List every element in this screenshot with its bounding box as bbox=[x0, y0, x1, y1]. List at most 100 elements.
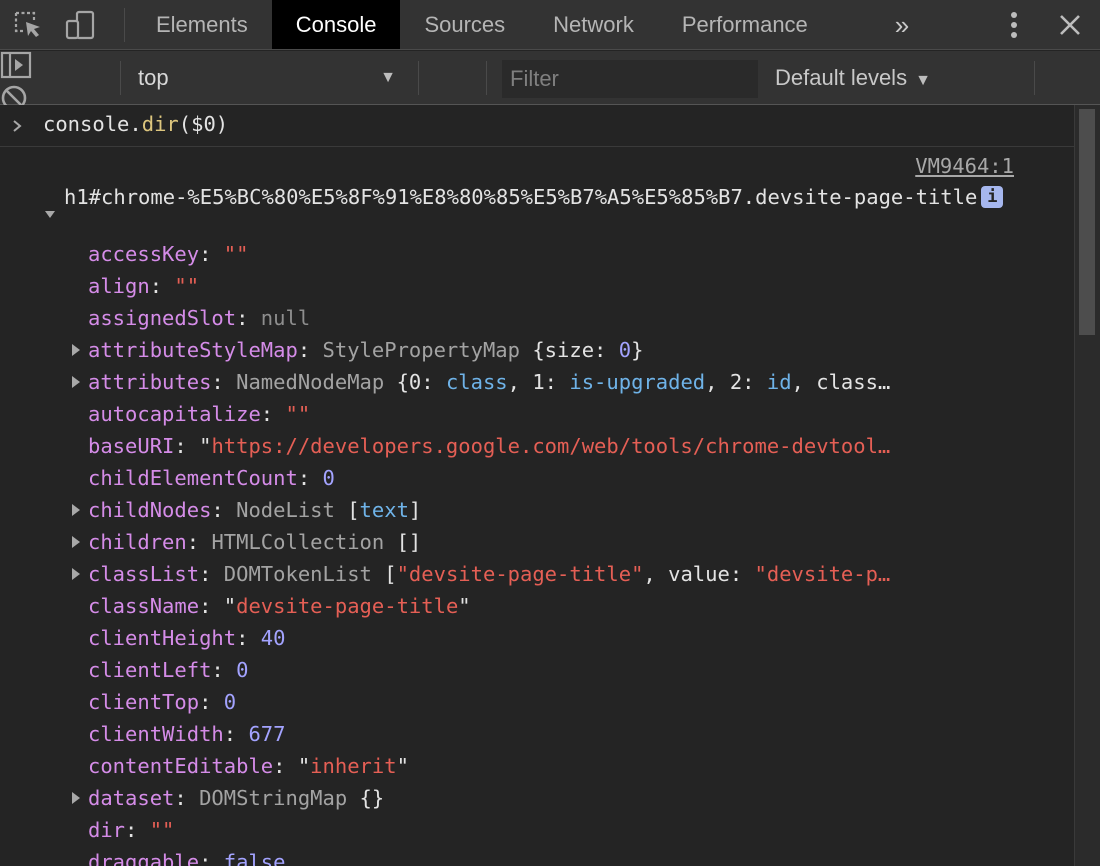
property-key: classList bbox=[88, 562, 200, 586]
property-row: clientLeft: 0 bbox=[0, 654, 1074, 686]
property-value: DOMStringMap bbox=[199, 786, 360, 810]
more-tabs-icon[interactable]: » bbox=[884, 8, 920, 42]
collapse-triangle-icon[interactable] bbox=[43, 202, 57, 218]
property-value: "devsite-page-title" bbox=[396, 562, 644, 586]
tabbar-divider bbox=[124, 8, 125, 42]
expand-triangle-icon[interactable] bbox=[70, 366, 84, 398]
property-content: childElementCount: 0 bbox=[88, 462, 1028, 494]
context-value: top bbox=[138, 65, 169, 90]
expand-triangle-icon[interactable] bbox=[70, 494, 84, 526]
tab-network[interactable]: Network bbox=[529, 0, 658, 49]
property-value: , value: bbox=[643, 562, 755, 586]
property-value: , 1: bbox=[507, 370, 570, 394]
property-value: [ bbox=[347, 498, 360, 522]
expand-triangle-icon[interactable] bbox=[70, 558, 84, 590]
tab-elements[interactable]: Elements bbox=[132, 0, 272, 49]
property-value: "" bbox=[285, 402, 311, 426]
console-toolbar: top ▼ Default levels ▼ bbox=[0, 51, 1100, 173]
property-value: https://developers.google.com/web/tools/… bbox=[211, 434, 891, 458]
property-value: 0 bbox=[618, 338, 632, 362]
property-colon: : bbox=[149, 274, 175, 298]
property-row[interactable]: classList: DOMTokenList ["devsite-page-t… bbox=[0, 558, 1074, 590]
expand-triangle-icon[interactable] bbox=[70, 782, 84, 814]
filter-input[interactable] bbox=[502, 60, 758, 98]
property-value: " bbox=[223, 594, 237, 618]
property-key: attributeStyleMap bbox=[88, 338, 298, 362]
property-key: assignedSlot bbox=[88, 306, 237, 330]
default-levels-dropdown[interactable]: Default levels ▼ bbox=[775, 60, 931, 96]
property-value: "devsite-p… bbox=[754, 562, 891, 586]
expand-triangle-icon[interactable] bbox=[70, 334, 84, 366]
property-row[interactable]: dataset: DOMStringMap {} bbox=[0, 782, 1074, 814]
property-row: accessKey: "" bbox=[0, 238, 1074, 270]
info-icon[interactable]: i bbox=[981, 186, 1004, 208]
property-row: assignedSlot: null bbox=[0, 302, 1074, 334]
property-value: , 2: bbox=[705, 370, 767, 394]
property-key: align bbox=[88, 274, 150, 298]
object-header[interactable]: h1#chrome-%E5%BC%80%E5%8F%91%E8%80%85%E5… bbox=[64, 183, 1044, 211]
property-row[interactable]: childNodes: NodeList [text] bbox=[0, 494, 1074, 526]
property-row[interactable]: attributes: NamedNodeMap {0: class, 1: i… bbox=[0, 366, 1074, 398]
property-value: class bbox=[445, 370, 508, 394]
scrollbar-thumb[interactable] bbox=[1079, 109, 1095, 335]
property-value: 677 bbox=[248, 722, 286, 746]
property-content: accessKey: "" bbox=[88, 238, 1028, 270]
property-colon: : bbox=[199, 850, 224, 866]
property-row: className: "devsite-page-title" bbox=[0, 590, 1074, 622]
property-content: dataset: DOMStringMap {} bbox=[88, 782, 1028, 814]
devtools-tabbar: Elements Console Sources Network Perform… bbox=[0, 0, 1100, 50]
property-content: draggable: false bbox=[88, 846, 1028, 866]
property-key: childElementCount bbox=[88, 466, 298, 490]
property-value: id bbox=[766, 370, 792, 394]
property-colon: : bbox=[260, 402, 286, 426]
property-value: DOMTokenList bbox=[223, 562, 385, 586]
prompt-chevron-icon bbox=[12, 111, 24, 146]
property-value: "" bbox=[149, 818, 175, 842]
property-key: className bbox=[88, 594, 200, 618]
property-colon: : bbox=[223, 722, 249, 746]
property-row[interactable]: children: HTMLCollection [] bbox=[0, 526, 1074, 558]
property-value: {0: bbox=[396, 370, 446, 394]
console-command: console.dir($0) bbox=[43, 112, 228, 136]
tab-performance[interactable]: Performance bbox=[658, 0, 832, 49]
property-colon: : bbox=[297, 466, 323, 490]
inspect-element-icon[interactable] bbox=[12, 9, 44, 41]
expand-triangle-icon[interactable] bbox=[70, 526, 84, 558]
command-args: ($0) bbox=[178, 112, 229, 136]
property-row: autocapitalize: "" bbox=[0, 398, 1074, 430]
property-content: assignedSlot: null bbox=[88, 302, 1028, 334]
tab-sources[interactable]: Sources bbox=[400, 0, 529, 49]
property-row: contentEditable: "inherit" bbox=[0, 750, 1074, 782]
property-key: draggable bbox=[88, 850, 200, 866]
property-content: clientWidth: 677 bbox=[88, 718, 1028, 750]
property-value: 0 bbox=[236, 658, 249, 682]
toolbar-divider bbox=[486, 61, 487, 95]
close-icon[interactable] bbox=[1054, 9, 1086, 41]
console-scrollbar[interactable] bbox=[1074, 105, 1100, 866]
property-value: NodeList bbox=[236, 498, 348, 522]
context-selector[interactable]: top ▼ bbox=[138, 60, 402, 96]
device-toolbar-icon[interactable] bbox=[64, 9, 96, 41]
property-value: " bbox=[199, 434, 212, 458]
property-key: children bbox=[88, 530, 187, 554]
property-colon: : bbox=[211, 370, 237, 394]
property-value: " bbox=[396, 754, 409, 778]
property-content: contentEditable: "inherit" bbox=[88, 750, 1028, 782]
property-content: clientTop: 0 bbox=[88, 686, 1028, 718]
property-row: clientTop: 0 bbox=[0, 686, 1074, 718]
property-colon: : bbox=[186, 530, 212, 554]
property-value: " bbox=[458, 594, 471, 618]
property-row: baseURI: "https://developers.google.com/… bbox=[0, 430, 1074, 462]
property-content: baseURI: "https://developers.google.com/… bbox=[88, 430, 1028, 462]
console-command-line: console.dir($0) bbox=[0, 105, 1074, 147]
context-dropdown-icon: ▼ bbox=[380, 69, 396, 86]
property-row: draggable: false bbox=[0, 846, 1074, 866]
tab-console[interactable]: Console bbox=[271, 0, 401, 49]
property-key: baseURI bbox=[88, 434, 175, 458]
property-row: dir: "" bbox=[0, 814, 1074, 846]
property-row[interactable]: attributeStyleMap: StylePropertyMap {siz… bbox=[0, 334, 1074, 366]
levels-dropdown-icon: ▼ bbox=[915, 72, 931, 89]
kebab-menu-icon[interactable] bbox=[998, 9, 1030, 41]
property-colon: : bbox=[236, 306, 261, 330]
source-link[interactable]: VM9464:1 bbox=[915, 154, 1014, 178]
